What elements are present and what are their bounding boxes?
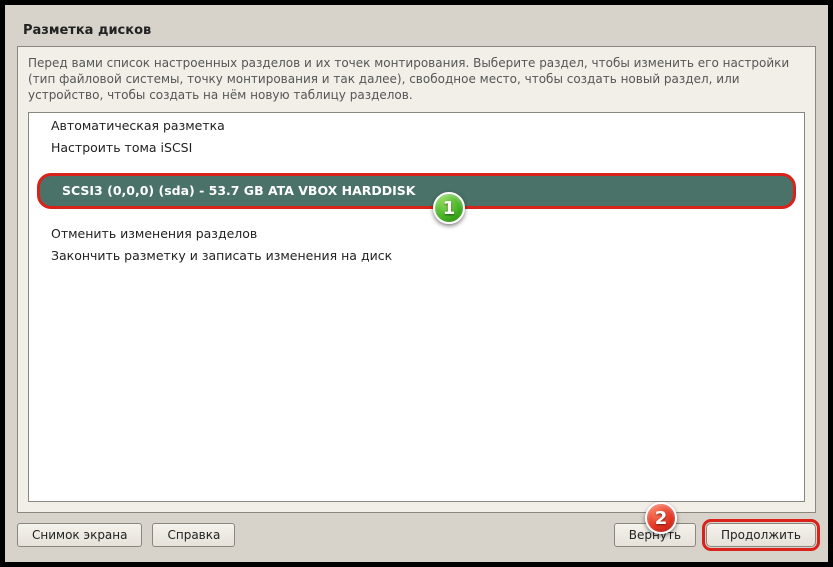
page-title: Разметка дисков [23,23,816,38]
item-undo-changes[interactable]: Отменить изменения разделов [29,223,804,245]
help-button[interactable]: Справка [152,523,235,547]
window-content: Разметка дисков Перед вами список настро… [17,20,816,547]
item-configure-iscsi[interactable]: Настроить тома iSCSI [29,137,804,159]
partition-listbox[interactable]: Автоматическая разметка Настроить тома i… [28,112,805,502]
annotation-badge-2: 2 [645,502,677,534]
annotation-badge-1: 1 [433,192,465,224]
list-inner: Автоматическая разметка Настроить тома i… [29,113,804,268]
footer-buttons: Снимок экрана Справка Вернуть Продолжить [17,523,816,547]
item-disk-selected-wrap: SCSI3 (0,0,0) (sda) - 53.7 GB ATA VBOX H… [29,173,804,209]
continue-button[interactable]: Продолжить [706,523,816,547]
intro-text: Перед вами список настроенных разделов и… [28,55,805,104]
content-panel: Перед вами список настроенных разделов и… [17,46,816,513]
installer-window: Разметка дисков Перед вами список настро… [0,0,833,567]
screenshot-button[interactable]: Снимок экрана [17,523,142,547]
item-finish-partitioning[interactable]: Закончить разметку и записать изменения … [29,245,804,267]
item-guided-partitioning[interactable]: Автоматическая разметка [29,115,804,137]
item-disk-selected[interactable]: SCSI3 (0,0,0) (sda) - 53.7 GB ATA VBOX H… [37,173,796,209]
